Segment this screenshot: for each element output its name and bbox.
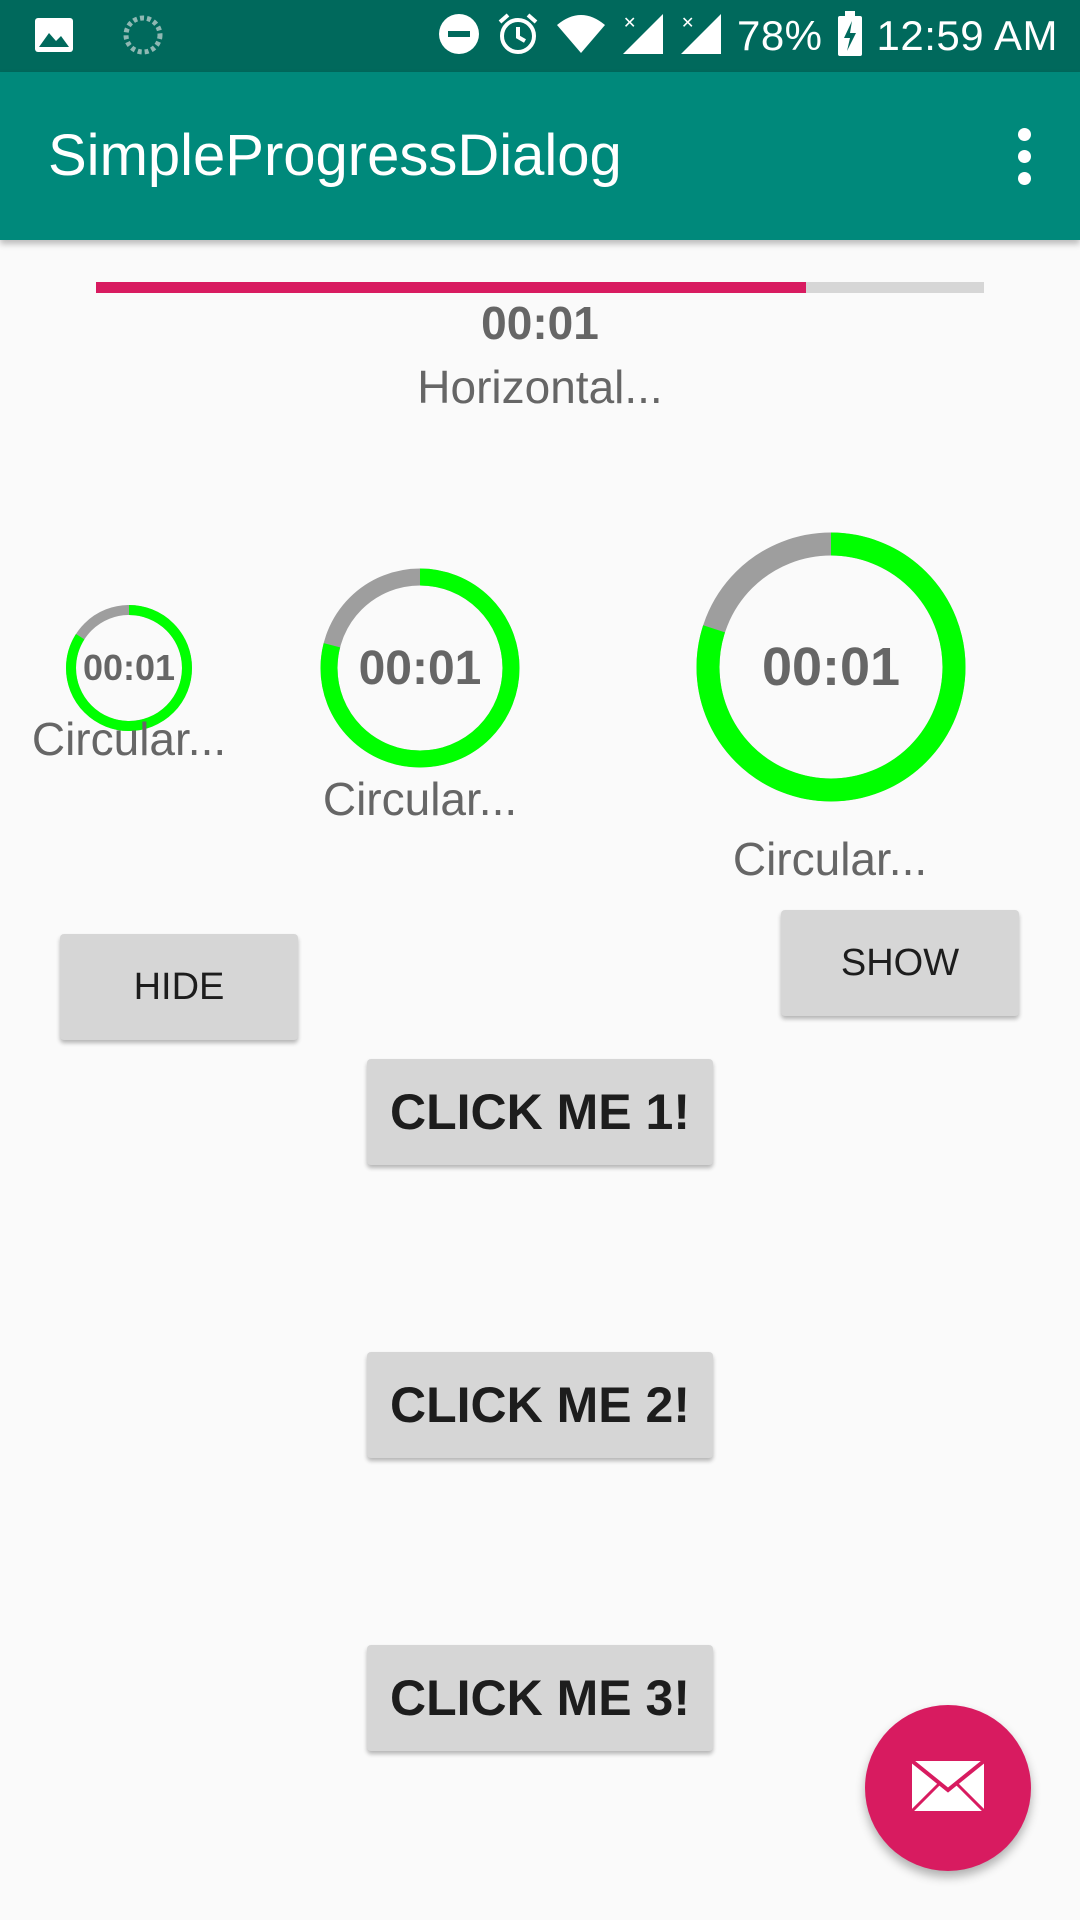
alarm-icon bbox=[495, 11, 541, 62]
circular-progress-large-time: 00:01 bbox=[761, 637, 901, 697]
circular-progress-medium-label: Circular... bbox=[322, 773, 518, 825]
signal-icon: ✕ bbox=[679, 12, 723, 61]
svg-text:✕: ✕ bbox=[681, 13, 694, 32]
app-title: SimpleProgressDialog bbox=[48, 123, 622, 188]
show-button[interactable]: SHOW bbox=[781, 910, 1019, 1016]
svg-text:✕: ✕ bbox=[623, 13, 636, 32]
loading-icon bbox=[122, 14, 164, 61]
hide-button[interactable]: HIDE bbox=[60, 934, 298, 1040]
app-bar: SimpleProgressDialog bbox=[0, 72, 1080, 240]
battery-percent: 78% bbox=[736, 12, 823, 59]
wifi-icon bbox=[555, 13, 607, 60]
signal-icon: ✕ bbox=[621, 12, 665, 61]
horizontal-progress-time: 00:01 bbox=[481, 297, 599, 349]
circular-progress-medium-time: 00:01 bbox=[358, 641, 482, 695]
circular-progress-large-label: Circular... bbox=[732, 833, 928, 885]
click-me-2-button[interactable]: CLICK ME 2! bbox=[367, 1352, 713, 1458]
click-me-3-button[interactable]: CLICK ME 3! bbox=[367, 1645, 713, 1751]
battery-charging-icon bbox=[837, 10, 863, 62]
mail-fab-button[interactable] bbox=[865, 1705, 1031, 1871]
circular-progress-medium: 00:01 bbox=[319, 567, 521, 769]
image-icon bbox=[34, 17, 74, 58]
horizontal-progress-label: Horizontal... bbox=[417, 361, 663, 413]
clock: 12:59 AM bbox=[876, 12, 1058, 59]
horizontal-progress-bar bbox=[96, 282, 984, 293]
circular-progress-large: 00:01 bbox=[695, 531, 967, 803]
overflow-menu-icon[interactable] bbox=[1004, 128, 1044, 188]
mail-icon bbox=[910, 1758, 986, 1817]
circular-progress-small-label: Circular... bbox=[31, 713, 227, 765]
dnd-icon bbox=[437, 12, 481, 61]
horizontal-progress-fill bbox=[96, 282, 807, 293]
status-bar: ✕ ✕ 78% 12:59 AM bbox=[0, 0, 1080, 72]
click-me-1-button[interactable]: CLICK ME 1! bbox=[367, 1059, 713, 1165]
